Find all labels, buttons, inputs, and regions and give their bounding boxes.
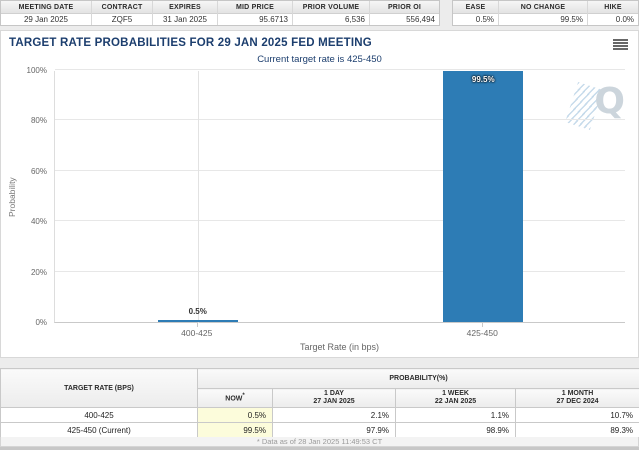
x-tick-label: 400-425 (181, 328, 213, 338)
cell-1-month: 10.7% (514, 407, 639, 423)
gridline (55, 270, 625, 272)
stat-value: ZQF5 (92, 13, 152, 25)
col-header-1-month: 1 MONTH 27 DEC 2024 (514, 388, 639, 408)
stat-value: 0.0% (588, 13, 638, 25)
col-header-line1: 1 WEEK (442, 390, 469, 397)
x-axis-title: Target Rate (in bps) (299, 342, 380, 352)
stat-label: EXPIRES (153, 1, 217, 14)
y-tick-label: 80% (30, 116, 47, 126)
y-tick-label: 60% (30, 166, 47, 176)
gridline (55, 169, 625, 171)
stat-label: NO CHANGE (499, 1, 587, 14)
col-header-line1: 1 MONTH (561, 390, 594, 397)
stat-value: 6,536 (293, 13, 369, 25)
stat-label: PRIOR VOLUME (293, 1, 369, 14)
cell-1-week: 98.9% (395, 422, 516, 438)
x-tick-label: 425-450 (466, 328, 498, 338)
col-header-probability: PROBABILITY(%) (196, 368, 639, 389)
x-tick (482, 323, 484, 327)
cell-1-day: 97.9% (272, 422, 396, 438)
x-axis-labels: 400-425 425-450 (54, 328, 625, 339)
stat-value: 29 Jan 2025 (1, 13, 91, 25)
stat-value: 99.5% (499, 13, 587, 25)
stat-prior-oi: PRIOR OI 556,494 (370, 1, 439, 25)
hamburger-icon[interactable] (613, 39, 628, 50)
y-axis-labels: 0% 20% 40% 60% 80% 100% (19, 66, 49, 327)
footnote-marker: * (242, 393, 245, 400)
col-header-1-week: 1 WEEK 22 JAN 2025 (395, 388, 516, 408)
stat-label: PRIOR OI (370, 1, 439, 14)
stat-contract: CONTRACT ZQF5 (92, 1, 153, 25)
probability-bar[interactable] (443, 71, 524, 322)
stat-label: MID PRICE (218, 1, 292, 14)
cell-now: 0.5% (197, 407, 273, 423)
probability-stats-table: EASE 0.5% NO CHANGE 99.5% HIKE 0.0% (452, 0, 639, 26)
stat-ease: EASE 0.5% (453, 1, 499, 25)
cell-rate: 425-450 (Current) (0, 422, 198, 438)
stat-mid-price: MID PRICE 95.6713 (218, 1, 293, 25)
cell-rate: 400-425 (0, 407, 198, 423)
stat-prior-volume: PRIOR VOLUME 6,536 (293, 1, 370, 25)
bar-value-label: 99.5% (471, 75, 495, 85)
gridline (55, 220, 625, 222)
stat-no-change: NO CHANGE 99.5% (499, 1, 588, 25)
cell-1-day: 2.1% (272, 407, 396, 423)
col-header-line2: 27 DEC 2024 (556, 398, 599, 405)
cell-now: 99.5% (197, 422, 273, 438)
gridline (55, 119, 625, 121)
cell-1-month: 89.3% (514, 422, 639, 438)
cell-1-week: 1.1% (395, 407, 516, 423)
fedwatch-chart-panel: TARGET RATE PROBABILITIES FOR 29 JAN 202… (0, 30, 639, 358)
table-row: 400-425 0.5% 2.1% 1.1% 10.7% (0, 407, 639, 423)
table-row: 425-450 (Current) 99.5% 97.9% 98.9% 89.3… (0, 422, 639, 438)
stat-label: EASE (453, 1, 498, 14)
bar-value-label: 0.5% (188, 307, 207, 316)
x-tick (196, 323, 198, 327)
plot-area: 0.5% 99.5% (54, 69, 625, 323)
stat-value: 95.6713 (218, 13, 292, 25)
y-tick-label: 40% (30, 217, 47, 227)
probability-table: TARGET RATE (BPS) PROBABILITY(%) NOW* 1 … (0, 368, 639, 438)
stat-value: 0.5% (453, 13, 498, 25)
y-tick-label: 100% (26, 66, 47, 75)
col-header-target-rate: TARGET RATE (BPS) (0, 368, 198, 408)
gridline (55, 69, 625, 70)
chart-subtitle: Current target rate is 425-450 (257, 54, 382, 65)
y-axis-title: Probability (7, 177, 17, 217)
stat-label: HIKE (588, 1, 638, 14)
col-header-1-day: 1 DAY 27 JAN 2025 (272, 388, 396, 408)
crosshair-line (197, 71, 199, 323)
col-header-line1: 1 DAY (324, 390, 344, 397)
data-as-of-footnote: * Data as of 28 Jan 2025 11:49:53 CT (0, 437, 639, 447)
stat-label: CONTRACT (92, 1, 152, 14)
stat-value: 556,494 (370, 13, 439, 25)
y-tick-label: 20% (30, 267, 47, 277)
contract-stats-table: MEETING DATE 29 Jan 2025 CONTRACT ZQF5 E… (0, 0, 440, 26)
stat-hike: HIKE 0.0% (588, 1, 638, 25)
col-header-now: NOW* (197, 388, 273, 408)
col-header-now-label: NOW (225, 395, 243, 403)
col-header-line2: 22 JAN 2025 (434, 398, 477, 405)
stat-value: 31 Jan 2025 (153, 13, 217, 25)
stat-label: MEETING DATE (1, 1, 91, 14)
probability-bar[interactable] (157, 320, 238, 322)
chart-title: TARGET RATE PROBABILITIES FOR 29 JAN 202… (9, 37, 372, 49)
stat-expires: EXPIRES 31 Jan 2025 (153, 1, 218, 25)
y-tick-label: 0% (35, 318, 47, 327)
stat-meeting-date: MEETING DATE 29 Jan 2025 (1, 1, 92, 25)
col-header-line2: 27 JAN 2025 (313, 398, 355, 405)
